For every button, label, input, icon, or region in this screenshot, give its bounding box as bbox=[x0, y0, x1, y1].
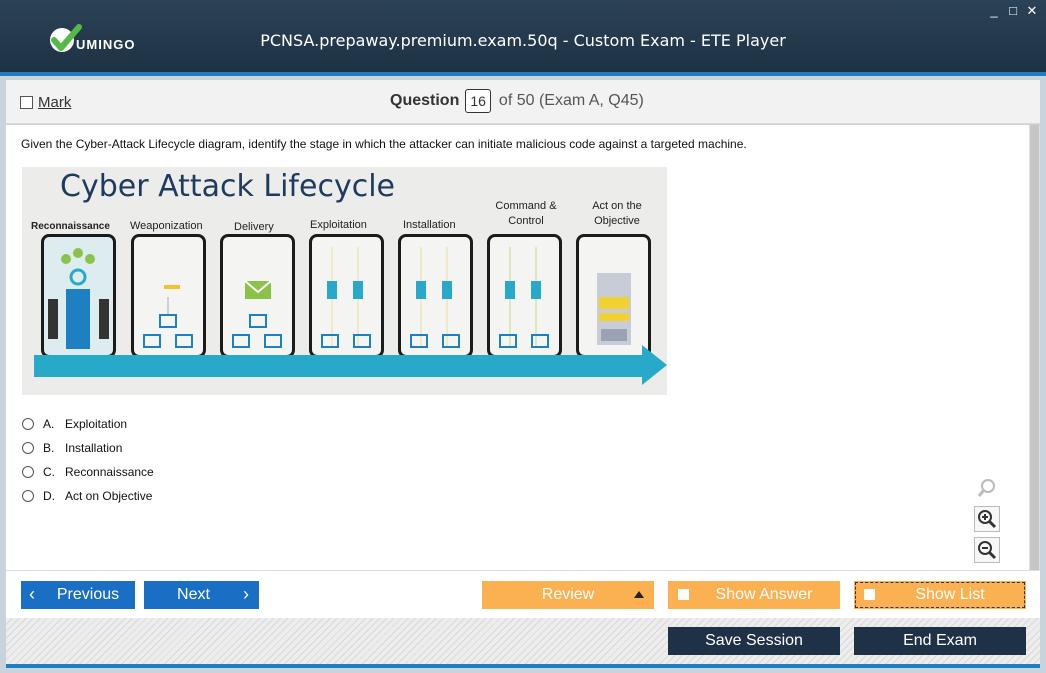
option-text[interactable]: Act on Objective bbox=[65, 489, 152, 503]
next-label: Next bbox=[177, 586, 210, 603]
previous-label: Previous bbox=[56, 586, 120, 603]
triangle-up-icon bbox=[634, 591, 644, 598]
stage-label-weaponization: Weaponization bbox=[130, 220, 203, 232]
stage-box-delivery bbox=[220, 234, 295, 358]
show-list-label: Show List bbox=[915, 586, 985, 603]
stage-box-exploitation bbox=[309, 234, 384, 358]
option-letter: B. bbox=[43, 441, 55, 455]
chevron-right-icon: › bbox=[243, 584, 249, 604]
option-a[interactable]: A. Exploitation bbox=[22, 412, 154, 436]
building-icon bbox=[48, 248, 109, 349]
envelope-icon bbox=[232, 280, 282, 348]
exploit-icon bbox=[321, 247, 371, 348]
stage-label-exploitation: Exploitation bbox=[310, 219, 367, 231]
mark-label[interactable]: Mark bbox=[38, 94, 71, 111]
option-letter: C. bbox=[43, 465, 55, 479]
scrollbar-thumb[interactable] bbox=[1030, 125, 1039, 570]
question-content: Given the Cyber-Attack Lifecycle diagram… bbox=[6, 125, 1029, 570]
diagram-title: Cyber Attack Lifecycle bbox=[60, 169, 395, 204]
minimize-icon[interactable]: _ bbox=[988, 4, 1000, 17]
question-number-input[interactable]: 16 bbox=[465, 89, 491, 113]
footer-bar: Save Session End Exam bbox=[6, 618, 1040, 666]
weapon-network-icon bbox=[143, 285, 193, 348]
checkbox-icon bbox=[678, 589, 689, 600]
server-icon bbox=[597, 273, 631, 345]
checkbox-icon[interactable] bbox=[20, 96, 33, 109]
previous-button[interactable]: ‹ Previous bbox=[21, 581, 135, 609]
review-button[interactable]: Review bbox=[482, 581, 654, 609]
option-d[interactable]: D. Act on Objective bbox=[22, 484, 154, 508]
radio-icon[interactable] bbox=[22, 466, 34, 478]
end-exam-button[interactable]: End Exam bbox=[854, 627, 1026, 655]
scrollbar[interactable] bbox=[1029, 125, 1040, 570]
zoom-controls bbox=[974, 475, 1000, 563]
command-icon bbox=[499, 247, 549, 348]
zoom-in-icon[interactable] bbox=[974, 506, 1000, 532]
lifecycle-diagram: Cyber Attack Lifecycle Reconnaissance We… bbox=[22, 167, 667, 395]
nav-bar: ‹ Previous Next › Review Show Answer Sho… bbox=[6, 570, 1040, 618]
bottom-strip bbox=[6, 664, 1040, 668]
option-text[interactable]: Installation bbox=[65, 441, 122, 455]
answer-options: A. Exploitation B. Installation C. Recon… bbox=[22, 412, 154, 508]
stage-box-reconnaissance bbox=[41, 234, 116, 358]
window-title: PCNSA.prepaway.premium.exam.50q - Custom… bbox=[260, 31, 786, 50]
option-b[interactable]: B. Installation bbox=[22, 436, 154, 460]
show-answer-button[interactable]: Show Answer bbox=[668, 581, 840, 609]
save-session-button[interactable]: Save Session bbox=[668, 627, 840, 655]
checkbox-icon bbox=[864, 589, 875, 600]
stage-label-delivery: Delivery bbox=[234, 221, 274, 233]
stage-box-command-control bbox=[487, 234, 562, 358]
stage-label-act-on-objective: Act on the Objective bbox=[592, 200, 642, 227]
save-session-label: Save Session bbox=[705, 632, 803, 649]
question-total: of 50 (Exam A, Q45) bbox=[498, 92, 644, 109]
option-letter: D. bbox=[43, 489, 55, 503]
zoom-out-icon[interactable] bbox=[974, 537, 1000, 563]
stage-box-installation bbox=[398, 234, 473, 358]
end-exam-label: End Exam bbox=[903, 632, 977, 649]
stage-label-reconnaissance: Reconnaissance bbox=[31, 221, 110, 232]
search-icon[interactable] bbox=[974, 475, 1000, 501]
question-word: Question bbox=[390, 92, 460, 109]
stage-label-installation: Installation bbox=[403, 219, 456, 231]
question-header: Mark Question 16 of 50 (Exam A, Q45) bbox=[6, 80, 1040, 124]
show-list-button[interactable]: Show List bbox=[854, 581, 1026, 609]
option-text[interactable]: Reconnaissance bbox=[65, 465, 154, 479]
lifecycle-arrow bbox=[34, 355, 644, 377]
stage-box-weaponization bbox=[131, 234, 206, 358]
stage-label-command-control: Command & Control bbox=[495, 200, 557, 227]
next-button[interactable]: Next › bbox=[144, 581, 259, 609]
title-bar: UMINGO PCNSA.prepaway.premium.exam.50q -… bbox=[0, 0, 1046, 76]
option-c[interactable]: C. Reconnaissance bbox=[22, 460, 154, 484]
stage-box-act-on-objective bbox=[576, 234, 651, 358]
mark-checkbox[interactable]: Mark bbox=[20, 94, 71, 111]
question-text: Given the Cyber-Attack Lifecycle diagram… bbox=[21, 137, 747, 151]
radio-icon[interactable] bbox=[22, 442, 34, 454]
arrow-head-icon bbox=[642, 345, 667, 385]
chevron-left-icon: ‹ bbox=[29, 584, 35, 604]
radio-icon[interactable] bbox=[22, 418, 34, 430]
option-letter: A. bbox=[43, 417, 55, 431]
option-text[interactable]: Exploitation bbox=[65, 417, 127, 431]
show-answer-label: Show Answer bbox=[715, 586, 813, 603]
maximize-icon[interactable]: □ bbox=[1007, 4, 1019, 17]
review-label: Review bbox=[541, 586, 595, 603]
install-icon bbox=[410, 247, 460, 348]
radio-icon[interactable] bbox=[22, 490, 34, 502]
close-icon[interactable]: ✕ bbox=[1026, 4, 1038, 17]
question-counter: Question 16 of 50 (Exam A, Q45) bbox=[390, 89, 644, 113]
